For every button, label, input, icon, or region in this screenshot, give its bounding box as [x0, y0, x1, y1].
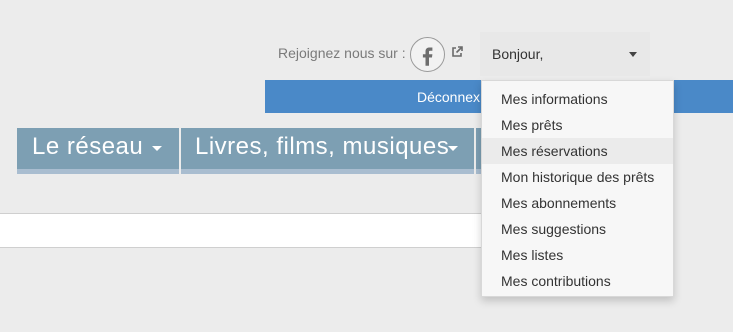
external-link-icon[interactable] — [451, 45, 463, 57]
nav-item-livres-films-musiques[interactable]: Livres, films, musiques — [181, 128, 474, 174]
facebook-icon[interactable] — [410, 37, 445, 72]
chevron-down-icon — [152, 146, 162, 151]
nav-item-label: Livres, films, musiques — [195, 133, 450, 160]
nav-item-label: Le réseau — [32, 133, 144, 160]
user-menu-list: Mes informations Mes prêts Mes réservati… — [482, 81, 673, 294]
search-input[interactable] — [0, 213, 500, 248]
menu-item-mes-listes[interactable]: Mes listes — [482, 242, 673, 268]
menu-item-mes-informations[interactable]: Mes informations — [482, 86, 673, 112]
nav-item-reseau[interactable]: Le réseau — [17, 128, 179, 174]
logout-label: Déconnex — [417, 89, 481, 105]
social-label: Rejoignez nous sur : — [278, 45, 406, 61]
chevron-down-icon — [448, 146, 458, 151]
menu-item-mes-abonnements[interactable]: Mes abonnements — [482, 190, 673, 216]
user-dropdown-menu: Mes informations Mes prêts Mes réservati… — [481, 80, 674, 297]
greeting-text: Bonjour, — [492, 46, 544, 62]
user-menu-toggle[interactable]: Bonjour, — [480, 32, 650, 76]
menu-item-mes-prets[interactable]: Mes prêts — [482, 112, 673, 138]
chevron-down-icon — [629, 52, 637, 57]
menu-item-mes-suggestions[interactable]: Mes suggestions — [482, 216, 673, 242]
menu-item-mes-contributions[interactable]: Mes contributions — [482, 268, 673, 294]
menu-item-historique-prets[interactable]: Mon historique des prêts — [482, 164, 673, 190]
menu-item-mes-reservations[interactable]: Mes réservations — [482, 138, 673, 164]
